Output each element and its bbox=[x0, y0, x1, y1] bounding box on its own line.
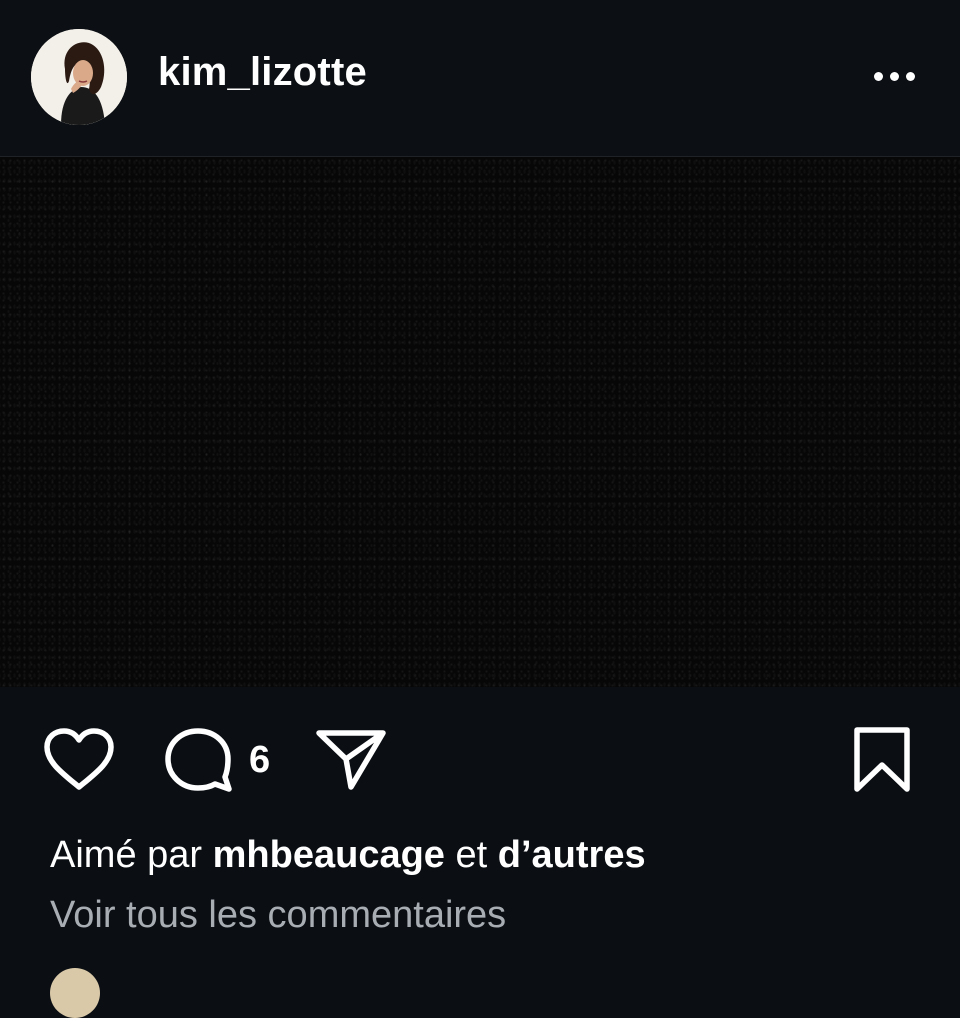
liked-by-line: Aimé par mhbeaucage et d’autres bbox=[50, 834, 646, 877]
commenter-avatar[interactable] bbox=[50, 968, 100, 1018]
post-header: kim_lizotte bbox=[0, 0, 960, 157]
avatar-photo bbox=[31, 29, 127, 125]
profile-avatar[interactable] bbox=[31, 29, 127, 125]
liked-by-connector: et bbox=[455, 834, 488, 876]
more-options-icon[interactable] bbox=[858, 56, 930, 96]
view-all-comments-link[interactable]: Voir tous les commentaires bbox=[50, 894, 506, 937]
comment-bubble-icon[interactable] bbox=[163, 727, 233, 793]
comment-count[interactable]: 6 bbox=[249, 739, 270, 782]
bookmark-icon[interactable] bbox=[850, 725, 914, 795]
send-paper-plane-icon[interactable] bbox=[314, 727, 388, 793]
post-action-bar: 6 bbox=[0, 687, 960, 837]
more-dot bbox=[905, 71, 915, 81]
heart-icon[interactable] bbox=[42, 727, 116, 793]
post-media[interactable] bbox=[0, 157, 960, 687]
post-username[interactable]: kim_lizotte bbox=[158, 50, 367, 95]
liked-by-others-link[interactable]: d’autres bbox=[498, 834, 646, 876]
more-dot bbox=[889, 71, 899, 81]
liked-by-user-link[interactable]: mhbeaucage bbox=[213, 834, 445, 876]
liked-by-prefix: Aimé par bbox=[50, 834, 203, 876]
more-dot bbox=[873, 71, 883, 81]
